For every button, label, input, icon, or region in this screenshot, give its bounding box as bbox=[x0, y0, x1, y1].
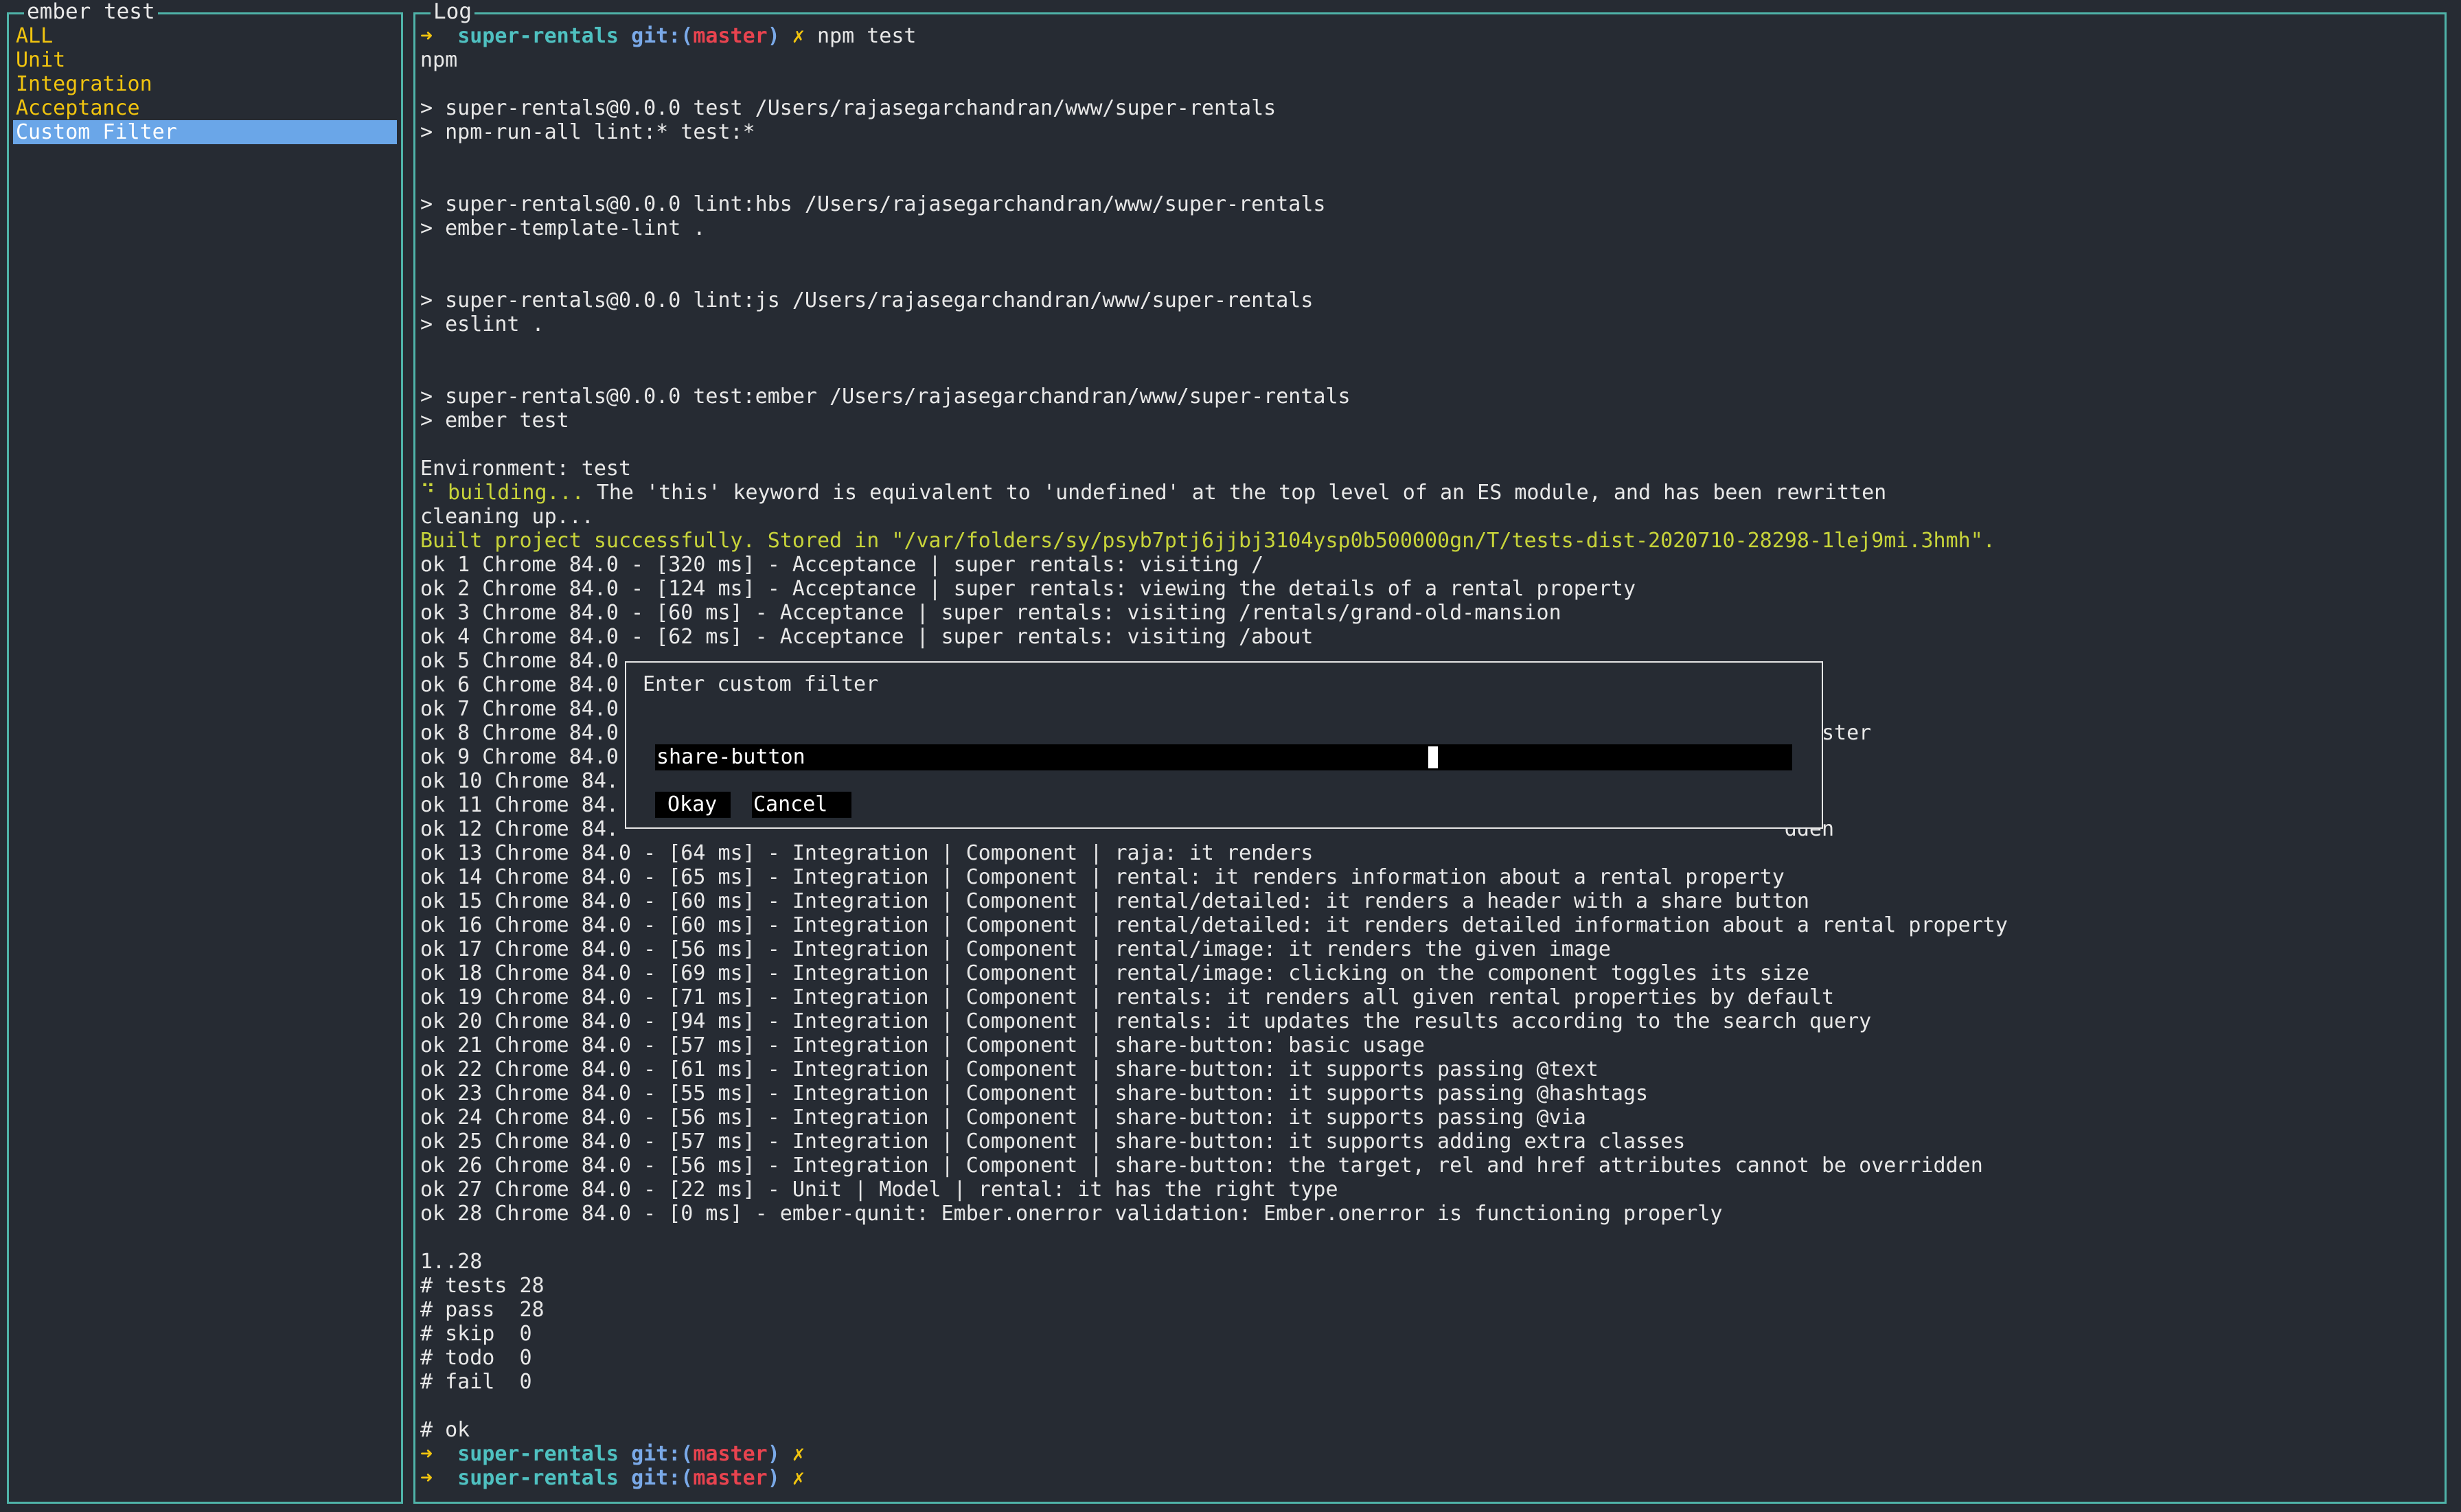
test-result-line: ok 1 Chrome 84.0 - [320 ms] - Acceptance… bbox=[420, 553, 1264, 577]
test-result-line: ok 14 Chrome 84.0 - [65 ms] - Integratio… bbox=[420, 865, 1785, 889]
log-line: > super-rentals@0.0.0 lint:hbs /Users/ra… bbox=[420, 192, 1326, 216]
log-title: Log bbox=[431, 0, 474, 24]
test-result-line: ok 19 Chrome 84.0 - [71 ms] - Integratio… bbox=[420, 985, 1835, 1009]
filter-item-acceptance[interactable]: Acceptance bbox=[13, 96, 397, 120]
prompt-line-3: ➜ super-rentals git:(master) ✗ bbox=[420, 1466, 2439, 1490]
prompt-arrow-icon: ➜ bbox=[420, 1442, 433, 1466]
prompt-git: git:( bbox=[631, 1442, 694, 1466]
cleaning-line: cleaning up... bbox=[420, 505, 594, 529]
prompt-git-close: ) bbox=[767, 24, 780, 48]
summary-line bbox=[420, 1394, 2439, 1418]
prompt-dir: super-rentals bbox=[457, 1442, 619, 1466]
log-line: npm bbox=[420, 48, 458, 72]
filter-item-unit[interactable]: Unit bbox=[13, 48, 397, 72]
test-result-line: ok 28 Chrome 84.0 - [0 ms] - ember-qunit… bbox=[420, 1202, 1723, 1226]
test-result-line: ok 24 Chrome 84.0 - [56 ms] - Integratio… bbox=[420, 1106, 1586, 1130]
test-result-line: ok 2 Chrome 84.0 - [124 ms] - Acceptance… bbox=[420, 577, 1636, 601]
log-line: > npm-run-all lint:* test:* bbox=[420, 120, 755, 144]
prompt-dirty-icon: ✗ bbox=[792, 24, 805, 48]
spinner-icon: ⠙ bbox=[420, 481, 435, 505]
dialog-title: Enter custom filter bbox=[643, 672, 879, 696]
prompt-arrow-icon: ➜ bbox=[420, 24, 433, 48]
prompt-git-close: ) bbox=[767, 1442, 780, 1466]
filter-list: ALL Unit Integration Acceptance Custom F… bbox=[13, 24, 397, 144]
test-result-line: ok 13 Chrome 84.0 - [64 ms] - Integratio… bbox=[420, 841, 1314, 865]
prompt-dir: super-rentals bbox=[457, 24, 619, 48]
test-result-line: ok 23 Chrome 84.0 - [55 ms] - Integratio… bbox=[420, 1081, 1649, 1106]
prompt-arrow-icon: ➜ bbox=[420, 1466, 433, 1490]
summary-line: 1..28 bbox=[420, 1250, 483, 1274]
test-result-line: ok 4 Chrome 84.0 - [62 ms] - Acceptance … bbox=[420, 625, 1314, 649]
log-line: > super-rentals@0.0.0 test:ember /Users/… bbox=[420, 385, 1351, 409]
prompt-git-close: ) bbox=[767, 1466, 780, 1490]
log-line: > ember test bbox=[420, 409, 569, 433]
sidebar-title: ember test bbox=[24, 0, 158, 24]
test-result-line: ok 17 Chrome 84.0 - [56 ms] - Integratio… bbox=[420, 937, 1611, 961]
summary-line: # skip 0 bbox=[420, 1322, 532, 1346]
test-result-line: ok 25 Chrome 84.0 - [57 ms] - Integratio… bbox=[420, 1130, 1686, 1154]
prompt-dirty-icon: ✗ bbox=[792, 1442, 805, 1466]
summary-line: # pass 28 bbox=[420, 1298, 545, 1322]
building-label: building... bbox=[448, 481, 584, 505]
cancel-button[interactable]: Cancel bbox=[752, 792, 851, 818]
prompt-line-2: ➜ super-rentals git:(master) ✗ bbox=[420, 1442, 2439, 1466]
text-cursor bbox=[1428, 746, 1438, 768]
test-result-line: ok 18 Chrome 84.0 - [69 ms] - Integratio… bbox=[420, 961, 1809, 985]
prompt-branch: master bbox=[693, 1466, 768, 1490]
prompt-dirty-icon: ✗ bbox=[792, 1466, 805, 1490]
test-result-line: ok 27 Chrome 84.0 - [22 ms] - Unit | Mod… bbox=[420, 1178, 1338, 1202]
terminal-screen: ember test ALL Unit Integration Acceptan… bbox=[0, 0, 2461, 1512]
test-result-line: ok 26 Chrome 84.0 - [56 ms] - Integratio… bbox=[420, 1154, 1983, 1178]
custom-filter-input[interactable] bbox=[655, 744, 1792, 770]
filter-item-all[interactable]: ALL bbox=[13, 24, 397, 48]
summary-line: # fail 0 bbox=[420, 1370, 532, 1394]
prompt-branch: master bbox=[693, 24, 768, 48]
prompt-line: ➜ super-rentals git:(master) ✗ npm test bbox=[420, 24, 2439, 48]
prompt-branch: master bbox=[693, 1442, 768, 1466]
log-line: > super-rentals@0.0.0 lint:js /Users/raj… bbox=[420, 288, 1314, 312]
log-line: > ember-template-lint . bbox=[420, 216, 706, 240]
test-result-line: ok 20 Chrome 84.0 - [94 ms] - Integratio… bbox=[420, 1009, 1872, 1033]
summary-line: # todo 0 bbox=[420, 1346, 532, 1370]
test-result-line: ok 16 Chrome 84.0 - [60 ms] - Integratio… bbox=[420, 913, 2008, 937]
summary-line: # tests 28 bbox=[420, 1274, 545, 1298]
building-message: The 'this' keyword is equivalent to 'und… bbox=[584, 481, 1887, 505]
log-line: > eslint . bbox=[420, 312, 545, 336]
prompt-command: npm test bbox=[817, 24, 917, 48]
test-result-line: ok 3 Chrome 84.0 - [60 ms] - Acceptance … bbox=[420, 601, 1561, 625]
built-line: Built project successfully. Stored in "/… bbox=[420, 529, 1995, 553]
prompt-git: git:( bbox=[631, 1466, 694, 1490]
building-line: ⠙ building... The 'this' keyword is equi… bbox=[420, 481, 2439, 505]
prompt-dir: super-rentals bbox=[457, 1466, 619, 1490]
test-result-line: ok 21 Chrome 84.0 - [57 ms] - Integratio… bbox=[420, 1033, 1425, 1057]
summary-line bbox=[420, 1226, 2439, 1250]
filter-item-custom-filter[interactable]: Custom Filter bbox=[13, 120, 397, 144]
okay-button[interactable]: Okay bbox=[655, 792, 731, 818]
sidebar-panel: ember test ALL Unit Integration Acceptan… bbox=[7, 0, 403, 1504]
custom-filter-dialog: Enter custom filter Okay Cancel bbox=[625, 661, 1823, 829]
log-line: > super-rentals@0.0.0 test /Users/rajase… bbox=[420, 96, 1277, 120]
log-line: Environment: test bbox=[420, 457, 632, 481]
cancel-button-label: Cancel bbox=[752, 792, 828, 818]
filter-item-integration[interactable]: Integration bbox=[13, 72, 397, 96]
summary-line: # ok bbox=[420, 1418, 470, 1442]
test-result-line: ok 15 Chrome 84.0 - [60 ms] - Integratio… bbox=[420, 889, 1809, 913]
test-result-line: ok 22 Chrome 84.0 - [61 ms] - Integratio… bbox=[420, 1057, 1599, 1081]
prompt-git: git:( bbox=[631, 24, 694, 48]
